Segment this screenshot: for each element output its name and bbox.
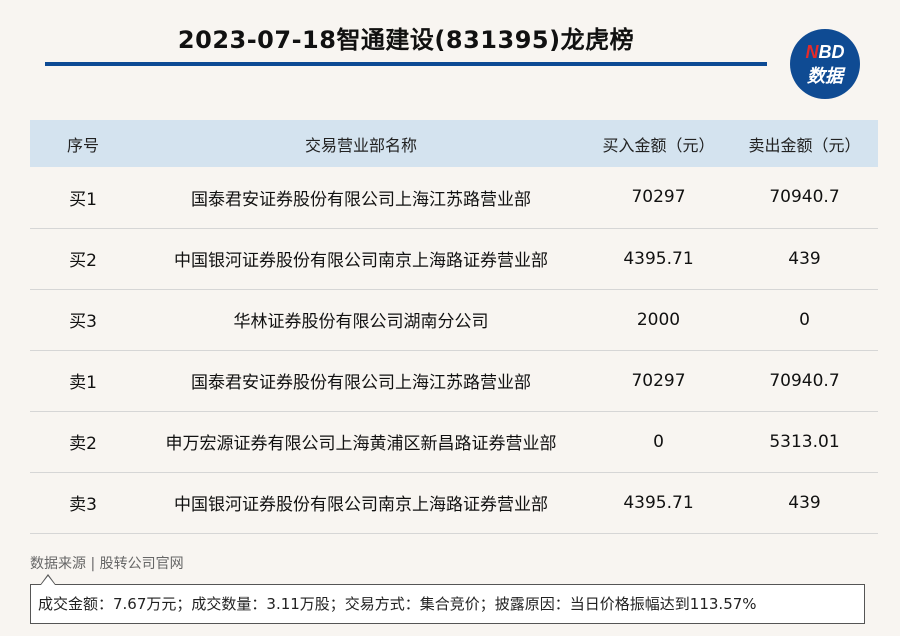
cell-branch: 华林证券股份有限公司湖南分公司 (233, 312, 489, 332)
dragon-tiger-table: 序号 交易营业部名称 买入金额（元） 卖出金额（元） 买1 国泰君安证券股份有限… (30, 120, 878, 534)
cell-sell: 0 (799, 309, 810, 330)
logo-letter-n: N (805, 42, 819, 62)
header-buy-amount: 买入金额（元） (602, 135, 715, 155)
cell-branch: 国泰君安证券股份有限公司上海江苏路营业部 (191, 373, 531, 393)
cell-seq: 卖2 (69, 434, 97, 454)
cell-buy: 70297 (631, 370, 686, 391)
table-row: 卖2 申万宏源证券有限公司上海黄浦区新昌路证券营业部 0 5313.01 (30, 411, 878, 472)
table-row: 买3 华林证券股份有限公司湖南分公司 2000 0 (30, 289, 878, 350)
cell-seq: 卖1 (69, 373, 97, 393)
cell-seq: 买1 (69, 189, 97, 210)
table-row: 卖3 中国银河证券股份有限公司南京上海路证券营业部 4395.71 439 (30, 472, 878, 533)
cell-seq: 买3 (69, 312, 97, 332)
cell-buy: 2000 (636, 309, 681, 330)
table-row: 卖1 国泰君安证券股份有限公司上海江苏路营业部 70297 70940.7 (30, 350, 878, 411)
nbd-logo: NBD 数据 (790, 29, 860, 99)
table-row: 买2 中国银河证券股份有限公司南京上海路证券营业部 4395.71 439 (30, 228, 878, 289)
cell-sell: 70940.7 (769, 370, 840, 391)
cell-branch: 申万宏源证券有限公司上海黄浦区新昌路证券营业部 (165, 434, 557, 454)
cell-buy: 4395.71 (623, 248, 694, 269)
header-sell-amount: 卖出金额（元） (748, 135, 861, 155)
header-seq: 序号 (66, 135, 99, 155)
cell-sell: 439 (788, 248, 821, 269)
table-row: 买1 国泰君安证券股份有限公司上海江苏路营业部 70297 70940.7 (30, 167, 878, 228)
title-divider (45, 62, 767, 66)
data-source: 数据来源 | 股转公司官网 (30, 556, 184, 572)
cell-buy: 70297 (631, 187, 686, 208)
note-pointer-fill (41, 576, 55, 585)
cell-branch: 国泰君安证券股份有限公司上海江苏路营业部 (191, 189, 531, 210)
cell-buy: 4395.71 (623, 492, 694, 513)
header-branch-name: 交易营业部名称 (304, 135, 417, 155)
trade-summary-note: 成交金额：7.67万元；成交数量：3.11万股；交易方式：集合竞价；披露原因：当… (30, 584, 865, 624)
logo-letters-bd: BD (818, 42, 845, 62)
page-title: 2023-07-18智通建设(831395)龙虎榜 (177, 26, 635, 54)
cell-sell: 439 (788, 492, 821, 513)
cell-sell: 70940.7 (769, 187, 840, 208)
cell-branch: 中国银河证券股份有限公司南京上海路证券营业部 (174, 251, 548, 271)
table-header-row: 序号 交易营业部名称 买入金额（元） 卖出金额（元） (30, 120, 878, 167)
cell-buy: 0 (653, 431, 664, 452)
cell-seq: 卖3 (69, 495, 97, 515)
logo-text: 数据 (807, 66, 843, 86)
cell-branch: 中国银河证券股份有限公司南京上海路证券营业部 (174, 495, 548, 515)
cell-seq: 买2 (69, 251, 97, 271)
cell-sell: 5313.01 (769, 431, 840, 452)
